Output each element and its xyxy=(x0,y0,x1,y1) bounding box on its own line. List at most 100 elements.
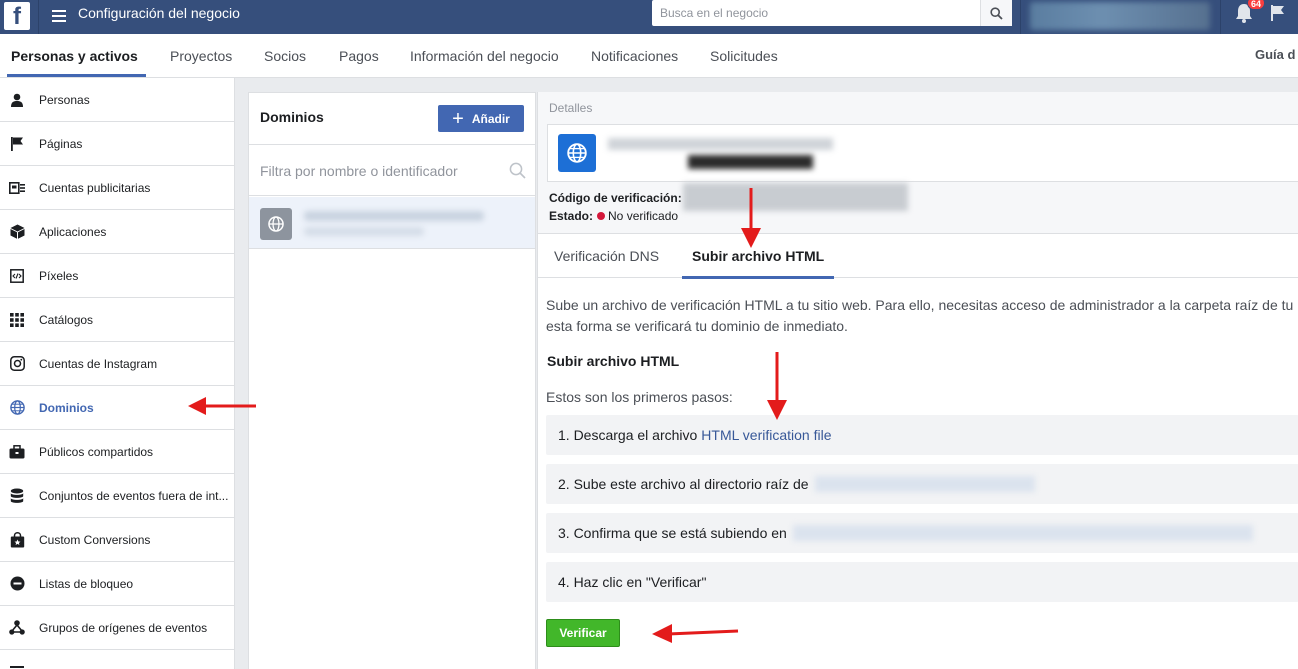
plus-icon: + xyxy=(452,107,464,130)
domain-card xyxy=(547,124,1298,182)
tab-notificaciones[interactable]: Notificaciones xyxy=(591,34,678,78)
tab-personas-y-activos[interactable]: Personas y activos xyxy=(7,34,146,78)
tab-socios[interactable]: Socios xyxy=(264,34,306,78)
tab-verificacion-dns[interactable]: Verificación DNS xyxy=(554,235,659,278)
divider xyxy=(1020,0,1021,34)
verification-code-label: Código de verificación: xyxy=(549,191,682,205)
sidebar-item-label: Públicos compartidos xyxy=(39,444,154,459)
redacted-url xyxy=(792,525,1253,541)
database-icon xyxy=(9,488,25,504)
person-icon xyxy=(9,92,25,108)
tab-proyectos[interactable]: Proyectos xyxy=(170,34,232,78)
details-header: Detalles Código de verificación: Estado:… xyxy=(538,92,1298,234)
status-value: No verificado xyxy=(608,209,679,223)
notification-badge: 64 xyxy=(1247,0,1266,10)
sidebar-item-label: Conjuntos de eventos fuera de int... xyxy=(39,488,229,503)
html-verification-file-link[interactable]: HTML verification file xyxy=(701,427,831,443)
redacted-verification-code xyxy=(683,183,908,211)
app-title: Configuración del negocio xyxy=(78,5,240,21)
sidebar-item-grupos-de-origenes[interactable]: Grupos de orígenes de eventos xyxy=(0,606,234,650)
sidebar-item-cuentas-publicitarias[interactable]: Cuentas publicitarias xyxy=(0,166,234,210)
guide-link[interactable]: Guía d xyxy=(1255,34,1295,76)
domains-panel: Dominios + Añadir xyxy=(248,92,536,669)
redacted-domain xyxy=(814,476,1035,492)
domains-header: Dominios + Añadir xyxy=(249,93,535,145)
briefcase-icon xyxy=(9,444,25,460)
sidebar-item-label: Cuentas de Instagram xyxy=(39,356,158,371)
sidebar-item-dominios[interactable]: Dominios xyxy=(0,386,234,430)
sidebar-item-label: Listas de bloqueo xyxy=(39,576,134,591)
sidebar-item-label: Custom Conversions xyxy=(39,532,151,547)
account-switcher[interactable] xyxy=(1030,2,1210,30)
tab-informacion-del-negocio[interactable]: Información del negocio xyxy=(410,34,559,78)
divider xyxy=(1220,0,1221,34)
step-text: 4. Haz clic en "Verificar" xyxy=(558,574,707,590)
sidebar-item-catalogos[interactable]: Catálogos xyxy=(0,298,234,342)
main-tabs: Personas y activos Proyectos Socios Pago… xyxy=(0,34,1298,78)
verify-button[interactable]: Verificar xyxy=(546,619,620,647)
sidebar-item-conjuntos-de-eventos[interactable]: Conjuntos de eventos fuera de int... xyxy=(0,474,234,518)
flag-icon[interactable] xyxy=(1270,4,1288,22)
instagram-icon xyxy=(9,356,25,372)
sidebar-item-cuentas-de-instagram[interactable]: Cuentas de Instagram xyxy=(0,342,234,386)
section-title: Subir archivo HTML xyxy=(547,353,680,369)
list-item[interactable] xyxy=(249,197,535,249)
sidebar-item-label: Grupos de orígenes de eventos xyxy=(39,620,208,635)
shopping-bag-icon xyxy=(9,531,25,548)
code-icon xyxy=(9,268,25,284)
divider xyxy=(38,0,39,34)
description-line: esta forma se verificará tu dominio de i… xyxy=(546,318,848,334)
sidebar-item-label: Personas xyxy=(39,92,90,107)
redacted-domain-id xyxy=(304,227,424,236)
sidebar-item-label: Páginas xyxy=(39,136,83,151)
search-button[interactable] xyxy=(980,0,1012,26)
domains-filter xyxy=(249,146,535,196)
description-line: Sube un archivo de verificación HTML a t… xyxy=(546,297,1294,313)
flag-icon xyxy=(9,136,25,152)
sidebar-item-aplicaciones[interactable]: Aplicaciones xyxy=(0,210,234,254)
step-item: 3. Confirma que se está subiendo en xyxy=(546,513,1298,553)
tab-subir-archivo-html[interactable]: Subir archivo HTML xyxy=(681,235,835,279)
top-bar: f Configuración del negocio 64 xyxy=(0,0,1298,34)
sidebar-item-label: Dominios xyxy=(39,400,94,415)
filter-input[interactable] xyxy=(249,146,499,196)
status-label: Estado: xyxy=(549,209,594,223)
sidebar-item-partial[interactable] xyxy=(0,650,234,669)
sidebar-item-paginas[interactable]: Páginas xyxy=(0,122,234,166)
sidebar-item-label: Cuentas publicitarias xyxy=(39,180,151,195)
sidebar-item-personas[interactable]: Personas xyxy=(0,78,234,122)
globe-icon xyxy=(9,400,25,416)
sidebar-item-label: Catálogos xyxy=(39,312,94,327)
grid-icon xyxy=(9,312,25,328)
network-icon xyxy=(9,620,25,636)
search-box xyxy=(652,0,1012,26)
status-dot-icon xyxy=(597,212,606,220)
redacted-domain-id xyxy=(688,155,813,169)
facebook-logo-icon[interactable]: f xyxy=(4,2,30,30)
add-domain-button[interactable]: + Añadir xyxy=(438,105,524,132)
search-icon xyxy=(509,162,526,179)
tab-pagos[interactable]: Pagos xyxy=(339,34,379,78)
step-item: 2. Sube este archivo al directorio raíz … xyxy=(546,464,1298,504)
sidebar-item-listas-de-bloqueo[interactable]: Listas de bloqueo xyxy=(0,562,234,606)
description: Sube un archivo de verificación HTML a t… xyxy=(546,295,1298,337)
cube-icon xyxy=(9,224,25,240)
sidebar-item-custom-conversions[interactable]: Custom Conversions xyxy=(0,518,234,562)
sidebar-item-pixeles[interactable]: Píxeles xyxy=(0,254,234,298)
domains-title: Dominios xyxy=(260,109,324,125)
sidebar-item-label: Píxeles xyxy=(39,268,79,283)
steps-intro: Estos son los primeros pasos: xyxy=(546,389,733,405)
status-line: Estado: No verificado xyxy=(549,209,678,223)
globe-icon xyxy=(558,134,596,172)
details-label: Detalles xyxy=(549,101,593,115)
step-item: 4. Haz clic en "Verificar" xyxy=(546,562,1298,602)
menu-icon[interactable] xyxy=(52,5,70,27)
verification-tabs: Verificación DNS Subir archivo HTML xyxy=(538,235,1298,279)
tab-solicitudes[interactable]: Solicitudes xyxy=(710,34,778,78)
redacted-domain-name xyxy=(304,211,484,221)
search-input[interactable] xyxy=(652,0,980,26)
search-icon xyxy=(990,6,1003,20)
step-text: 2. Sube este archivo al directorio raíz … xyxy=(558,476,809,492)
sidebar-item-publicos-compartidos[interactable]: Públicos compartidos xyxy=(0,430,234,474)
step-text: 3. Confirma que se está subiendo en xyxy=(558,525,787,541)
